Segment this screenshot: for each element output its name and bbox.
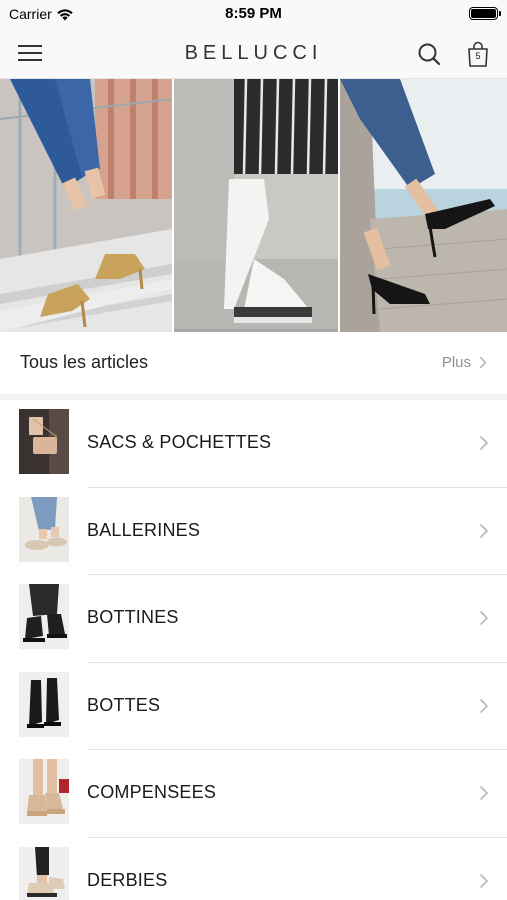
category-label: COMPENSEES — [87, 782, 217, 802]
chevron-right-icon — [480, 873, 488, 888]
category-thumbnail-wedge — [19, 759, 69, 824]
category-thumbnail-ballerina — [19, 496, 69, 562]
status-time: 8:59 PM — [225, 5, 282, 22]
category-thumbnail-derby — [19, 846, 69, 900]
category-list: SACS & POCHETTES BALLERINES BOTTINES BOT… — [0, 400, 507, 900]
hero-sandals-illustration — [0, 79, 172, 332]
category-row-derbies[interactable]: DERBIES — [0, 838, 507, 900]
hero-banner[interactable] — [0, 79, 507, 332]
chevron-right-icon — [479, 356, 487, 369]
category-label: BOTTINES — [87, 607, 179, 627]
category-label: BALLERINES — [87, 519, 201, 540]
category-label: DERBIES — [87, 869, 168, 890]
category-row-ballerines[interactable]: BALLERINES — [0, 488, 507, 575]
category-thumbnail-bag — [19, 409, 69, 474]
chevron-right-icon — [480, 523, 488, 538]
all-articles-row[interactable]: Tous les articles Plus — [0, 332, 507, 394]
category-row-sacs-pochettes[interactable]: SACS & POCHETTES — [0, 400, 507, 488]
hero-image-pumps[interactable] — [338, 79, 507, 332]
nav-bar: BELLUCCI 5 — [0, 28, 507, 79]
category-label: BOTTES — [87, 694, 161, 715]
hero-sneakers-illustration — [174, 79, 338, 332]
cart-button[interactable]: 5 — [462, 38, 494, 70]
more-label: Plus — [441, 354, 471, 371]
category-row-compensees[interactable]: COMPENSEES — [0, 750, 507, 838]
search-icon — [418, 43, 441, 66]
category-thumbnail-ankle-boot — [19, 584, 69, 649]
battery-icon — [469, 7, 501, 20]
cart-count-badge: 5 — [475, 51, 481, 61]
category-label: SACS & POCHETTES — [87, 432, 272, 452]
chevron-right-icon — [480, 786, 488, 800]
status-bar: Carrier 8:59 PM — [0, 0, 507, 28]
chevron-right-icon — [480, 436, 488, 450]
category-row-bottes[interactable]: BOTTES — [0, 663, 507, 750]
all-articles-title: Tous les articles — [20, 352, 149, 372]
category-row-bottines[interactable]: BOTTINES — [0, 575, 507, 663]
more-link[interactable]: Plus — [442, 354, 487, 371]
search-button[interactable] — [414, 39, 444, 69]
hero-pumps-illustration — [340, 79, 507, 332]
category-thumbnail-tall-boot — [19, 671, 69, 737]
hero-image-sandals[interactable] — [0, 79, 172, 332]
hero-image-sneakers[interactable] — [172, 79, 338, 332]
chevron-right-icon — [480, 611, 488, 625]
chevron-right-icon — [480, 698, 488, 713]
